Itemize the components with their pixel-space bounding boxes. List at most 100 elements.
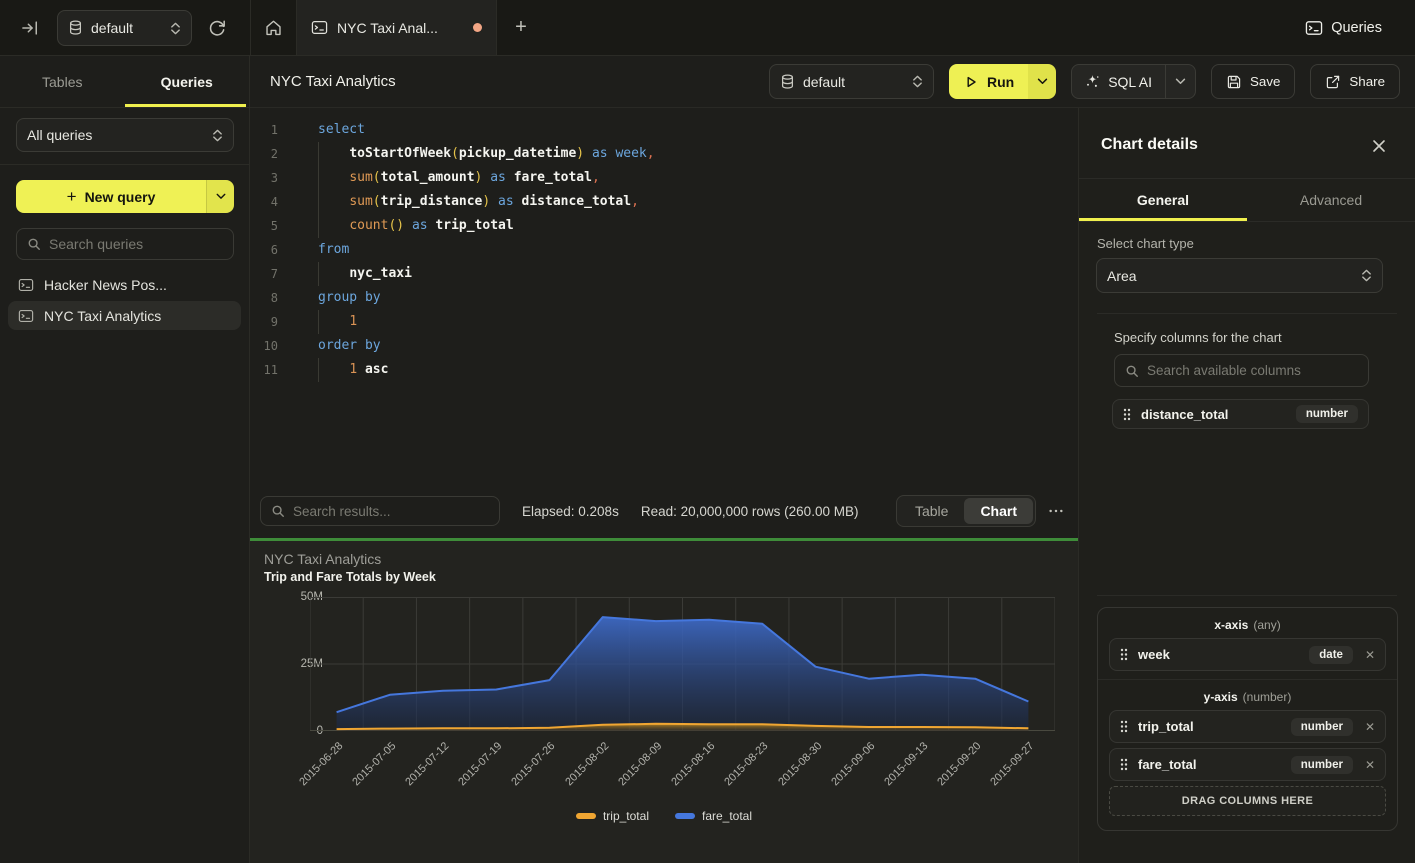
collapse-sidebar-button[interactable]: [18, 16, 42, 40]
chart-type-label: Select chart type: [1097, 236, 1194, 251]
chart-plot: [310, 597, 1055, 731]
new-query-options-button[interactable]: [206, 180, 234, 213]
sql-ai-options-button[interactable]: [1165, 65, 1195, 98]
sidebar-search-placeholder: Search queries: [49, 236, 143, 252]
results-more-button[interactable]: [1048, 508, 1064, 514]
y-axis-drop-area[interactable]: trip_totalnumber✕ fare_total number ✕: [1098, 704, 1397, 781]
remove-icon[interactable]: ✕: [1365, 758, 1375, 772]
line-number: 6: [250, 238, 278, 262]
x-axis-tick: 2015-07-26: [510, 740, 558, 788]
drag-handle-icon[interactable]: [1120, 758, 1128, 771]
panel-close-button[interactable]: [1369, 136, 1389, 156]
code-text: from: [290, 238, 349, 262]
remove-icon[interactable]: ✕: [1365, 720, 1375, 734]
column-name: fare_total: [1138, 757, 1281, 772]
results-search-input[interactable]: Search results...: [260, 496, 500, 526]
panel-header: Chart details: [1079, 108, 1415, 179]
x-axis-column-week[interactable]: weekdate✕: [1109, 638, 1386, 671]
drag-handle-icon[interactable]: [1120, 720, 1128, 733]
x-axis-tick: 2015-06-28: [297, 740, 345, 788]
toolbar-database-selector[interactable]: default: [769, 64, 934, 99]
chart-toggle-label: Chart: [980, 503, 1017, 519]
panel-tab-advanced[interactable]: Advanced: [1247, 179, 1415, 221]
remove-icon[interactable]: ✕: [1365, 648, 1375, 662]
column-name: week: [1138, 647, 1299, 662]
run-button[interactable]: Run: [949, 64, 1028, 99]
refresh-button[interactable]: [205, 16, 229, 40]
search-icon: [27, 237, 41, 251]
line-number: 1: [250, 118, 278, 142]
query-item-label: Hacker News Pos...: [44, 277, 167, 293]
code-text: 1 asc: [290, 358, 388, 382]
legend-label: fare_total: [702, 809, 752, 823]
chart-type-value: Area: [1107, 268, 1353, 284]
x-axis-drop-area[interactable]: weekdate✕: [1098, 632, 1397, 671]
database-selector[interactable]: default: [57, 10, 192, 46]
query-list-item[interactable]: NYC Taxi Analytics: [8, 301, 241, 330]
sql-editor[interactable]: 1select2 toStartOfWeek(pickup_datetime) …: [250, 108, 1078, 487]
line-number: 7: [250, 262, 278, 286]
sidebar-divider: [0, 164, 249, 165]
editor-line: 4 sum(trip_distance) as distance_total,: [250, 190, 1078, 214]
run-options-button[interactable]: [1028, 64, 1056, 99]
legend-label: trip_total: [603, 809, 649, 823]
tab-nyc-taxi-analytics[interactable]: NYC Taxi Anal...: [297, 0, 497, 55]
save-button[interactable]: Save: [1211, 64, 1295, 99]
x-axis-header: x-axis(any): [1098, 618, 1397, 632]
plus-icon: +: [67, 187, 77, 207]
drag-columns-drop-zone[interactable]: DRAG COLUMNS HERE: [1109, 786, 1386, 816]
share-button[interactable]: Share: [1310, 64, 1400, 99]
sidebar-tab-tables[interactable]: Tables: [0, 56, 125, 107]
view-toggle-table[interactable]: Table: [899, 498, 964, 524]
chart-type-select[interactable]: Area: [1096, 258, 1383, 293]
new-tab-button[interactable]: +: [497, 0, 545, 55]
x-axis-tick: 2015-09-06: [829, 740, 877, 788]
code-text: 1: [290, 310, 357, 334]
query-tab-icon: [311, 20, 328, 35]
x-axis-tick: 2015-09-27: [989, 740, 1037, 788]
page-title: NYC Taxi Analytics: [270, 73, 396, 90]
y-axis-column-fare_total[interactable]: fare_total number ✕: [1109, 748, 1386, 781]
view-toggle-chart[interactable]: Chart: [964, 498, 1033, 524]
new-query-button[interactable]: + New query: [16, 180, 206, 213]
sql-ai-button[interactable]: SQL AI: [1072, 65, 1165, 98]
y-axis-column-trip_total[interactable]: trip_totalnumber✕: [1109, 710, 1386, 743]
sidebar: Tables Queries All queries + New query S…: [0, 56, 250, 863]
collapse-sidebar-icon: [20, 18, 40, 38]
panel-tab-general[interactable]: General: [1079, 179, 1247, 221]
x-axis-tick: 2015-08-30: [776, 740, 824, 788]
panel-divider: [1097, 595, 1397, 596]
chevron-updown-icon: [912, 75, 923, 88]
query-list-item[interactable]: Hacker News Pos...: [8, 270, 241, 299]
legend-swatch: [675, 813, 695, 819]
drag-handle-icon[interactable]: [1120, 648, 1128, 661]
sidebar-tab-queries[interactable]: Queries: [125, 56, 250, 107]
sidebar-search-input[interactable]: Search queries: [16, 228, 234, 260]
chart-details-panel: Chart details General Advanced Select ch…: [1078, 108, 1415, 863]
y-axis-label: y-axis: [1204, 690, 1238, 704]
view-toggle: Table Chart: [896, 495, 1036, 527]
legend-item-fare_total[interactable]: fare_total: [675, 809, 752, 823]
column-type-badge: number: [1291, 756, 1353, 774]
queries-button-label: Queries: [1331, 20, 1382, 36]
sparkles-icon: [1085, 74, 1100, 89]
queries-panel-button[interactable]: Queries: [1305, 14, 1382, 42]
home-tab-button[interactable]: [250, 0, 297, 55]
legend-item-trip_total[interactable]: trip_total: [576, 809, 649, 823]
columns-search-input[interactable]: Search available columns: [1114, 354, 1369, 387]
chart-legend: trip_total fare_total: [250, 809, 1078, 823]
chevron-down-icon: [216, 193, 226, 200]
share-icon: [1325, 74, 1341, 90]
refresh-icon: [207, 18, 227, 38]
query-filter-select[interactable]: All queries: [16, 118, 234, 152]
drag-handle-icon[interactable]: [1123, 408, 1131, 421]
save-button-label: Save: [1250, 74, 1280, 89]
search-icon: [1125, 364, 1139, 378]
active-tab-underline: [125, 104, 247, 107]
x-axis-tick: 2015-07-12: [403, 740, 451, 788]
database-icon: [780, 74, 795, 90]
top-bar: default NYC Taxi Anal... + Queries: [0, 0, 1415, 56]
share-button-label: Share: [1349, 74, 1385, 89]
advanced-tab-label: Advanced: [1300, 192, 1362, 208]
available-column-distance_total[interactable]: distance_totalnumber: [1112, 399, 1369, 429]
